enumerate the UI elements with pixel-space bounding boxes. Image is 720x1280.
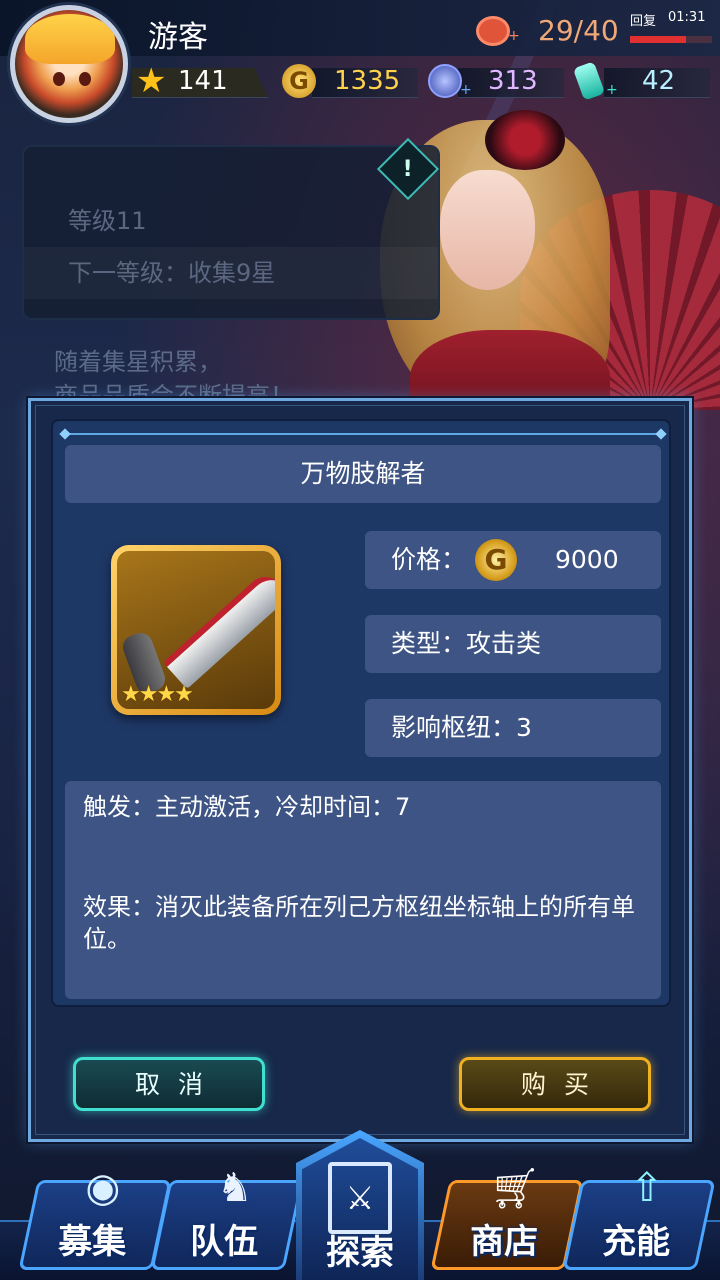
nav-explore[interactable]: ⚔ 探索 xyxy=(290,1120,430,1280)
recover-progress-bar xyxy=(630,36,712,43)
energy-battery-icon xyxy=(572,61,606,101)
stamina-plus-icon[interactable]: + xyxy=(508,28,520,44)
nav-energy-label: 充能 xyxy=(602,1222,671,1262)
saw-icon xyxy=(162,568,275,690)
price-label: 价格： xyxy=(391,545,467,574)
energy-counter[interactable]: + 42 xyxy=(572,61,714,102)
player-name: 游客 xyxy=(148,20,208,55)
item-description: 触发：主动激活，冷却时间：7 效果：消灭此装备所在列己方枢纽坐标轴上的所有单位。 xyxy=(65,781,661,999)
energy-plus-icon[interactable]: + xyxy=(606,82,618,98)
gold-coin-icon: G xyxy=(475,539,517,581)
star-value: 141 xyxy=(178,66,228,96)
crystal-value: 313 xyxy=(488,66,538,96)
next-level-requirement: 下一等级：收集9星 xyxy=(24,247,438,299)
item-type: 类型：攻击类 xyxy=(365,615,661,673)
bottom-nav: ◉ 募集 ♞ 队伍 🛒︎ 商店 ⇧ 充能 ⚔ 探索 xyxy=(0,1130,720,1280)
energy-value: 42 xyxy=(642,66,676,96)
cancel-button[interactable]: 取消 xyxy=(73,1057,265,1111)
battery-charge-icon: ⇧ xyxy=(630,1165,664,1211)
price-row: 价格： G 9000 xyxy=(365,531,661,589)
gold-counter[interactable]: G 1335 xyxy=(282,62,422,102)
gold-value: 1335 xyxy=(334,66,401,96)
crystal-counter[interactable]: + 313 xyxy=(428,62,568,102)
purchase-dialog: 万物肢解者 ★★★★ 价格： G 9000 类型：攻击类 影响枢纽：3 触发：主… xyxy=(28,398,692,1142)
item-icon-card: ★★★★ xyxy=(111,545,281,715)
stamina-value: 29/40 xyxy=(538,14,619,47)
player-avatar[interactable] xyxy=(10,5,128,123)
nav-team[interactable]: ♞ 队伍 xyxy=(150,1165,304,1270)
warning-icon[interactable]: ! xyxy=(376,137,440,201)
chess-knight-icon: ♞ xyxy=(216,1165,253,1211)
gold-coin-icon: G xyxy=(282,64,316,98)
nav-explore-label: 探索 xyxy=(326,1233,394,1273)
robot-bunny-icon: ◉ xyxy=(85,1165,121,1211)
shop-level: 等级11 xyxy=(68,207,147,235)
buy-button[interactable]: 购买 xyxy=(459,1057,651,1111)
shopping-cart-icon: 🛒︎ xyxy=(489,1165,541,1212)
recover-timer: 01:31 xyxy=(668,10,706,25)
nav-energy[interactable]: ⇧ 充能 xyxy=(562,1165,716,1270)
nav-recruit-label: 募集 xyxy=(58,1222,127,1262)
nav-shop[interactable]: 🛒︎ 商店 xyxy=(430,1166,584,1270)
nav-team-label: 队伍 xyxy=(190,1222,259,1262)
castle-swords-icon: ⚔ xyxy=(328,1162,392,1234)
item-rarity-stars: ★★★★ xyxy=(121,682,194,707)
item-title: 万物肢解者 xyxy=(65,445,661,503)
item-effect: 效果：消灭此装备所在列己方枢纽坐标轴上的所有单位。 xyxy=(83,893,635,953)
star-icon: ★ xyxy=(136,61,167,101)
price-value: 9000 xyxy=(555,545,619,574)
crystal-plus-icon[interactable]: + xyxy=(460,82,472,98)
dialog-content: 万物肢解者 ★★★★ 价格： G 9000 类型：攻击类 影响枢纽：3 触发：主… xyxy=(51,419,671,1007)
item-trigger: 触发：主动激活，冷却时间：7 xyxy=(83,793,411,821)
nav-shop-label: 商店 xyxy=(470,1222,539,1262)
stamina-icon[interactable] xyxy=(476,16,510,46)
crystal-icon xyxy=(428,64,462,98)
item-influence: 影响枢纽：3 xyxy=(365,699,661,757)
shop-level-panel: ! 等级11 下一等级：收集9星 xyxy=(22,137,440,320)
recover-label: 回复 xyxy=(630,14,657,29)
nav-recruit[interactable]: ◉ 募集 xyxy=(18,1165,172,1270)
star-counter: ★ 141 xyxy=(132,62,272,102)
